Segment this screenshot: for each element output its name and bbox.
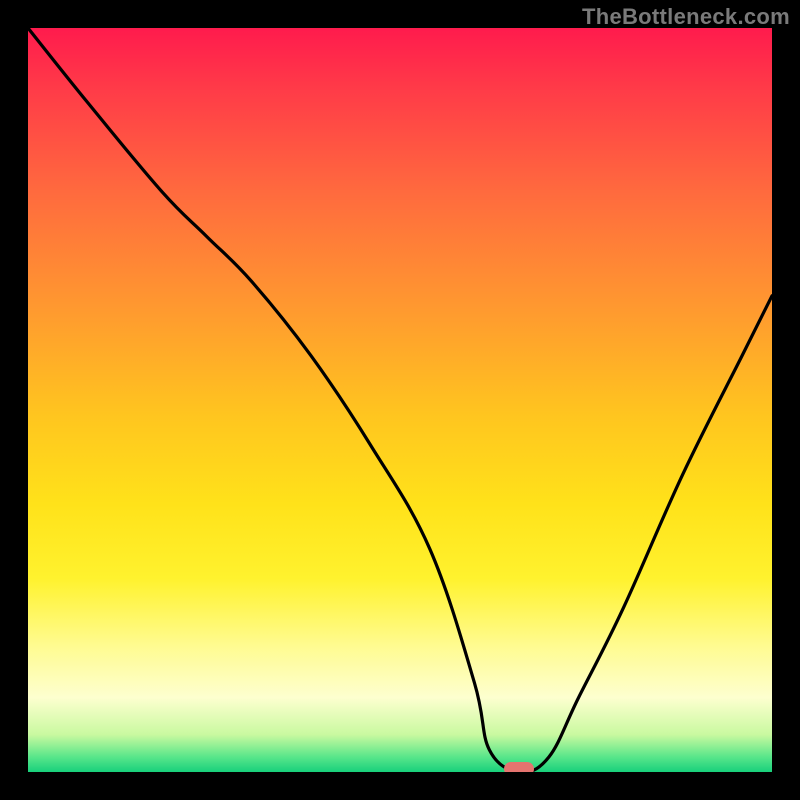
plot-area [28,28,772,772]
bottleneck-curve [28,28,772,772]
chart-container: TheBottleneck.com [0,0,800,800]
watermark-text: TheBottleneck.com [582,4,790,30]
optimal-marker [504,762,534,772]
